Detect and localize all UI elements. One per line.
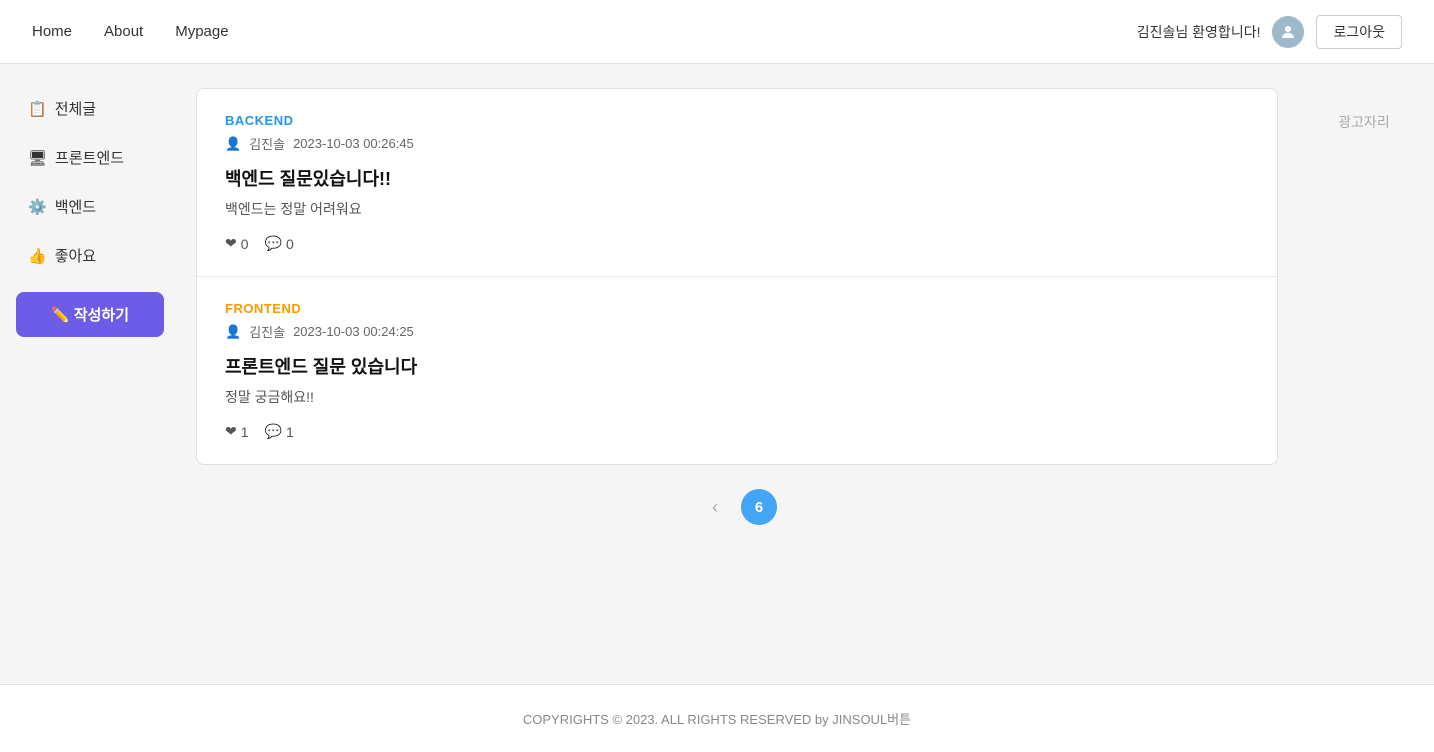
user-icon-1: 👤 <box>225 136 241 152</box>
nav-home[interactable]: Home <box>32 23 72 40</box>
write-button[interactable]: ✏️ 작성하기 <box>16 292 164 337</box>
comment-icon-2: 💬 <box>265 423 282 440</box>
post-card-1[interactable]: BACKEND 👤 김진솔 2023-10-03 00:26:45 백엔드 질문… <box>197 89 1277 277</box>
user-icon-2: 👤 <box>225 324 241 340</box>
likes-count-1: 0 <box>241 236 249 252</box>
post-date-1: 2023-10-03 00:26:45 <box>293 136 414 151</box>
heart-icon-1: ❤ <box>225 235 237 252</box>
post-meta-1: 👤 김진솔 2023-10-03 00:26:45 <box>225 134 1249 153</box>
sidebar-item-frontend[interactable]: 🖥 프론트엔드 <box>16 137 164 178</box>
post-stats-1: ❤ 0 💬 0 <box>225 235 1249 252</box>
post-author-1: 김진솔 <box>249 134 285 153</box>
likes-icon: 👍 <box>28 247 47 265</box>
sidebar-label-backend: 백엔드 <box>55 196 96 217</box>
post-title-1[interactable]: 백엔드 질문있습니다!! <box>225 165 1249 191</box>
post-comments-2: 💬 1 <box>265 423 294 440</box>
post-likes-1: ❤ 0 <box>225 235 249 252</box>
posts-container: BACKEND 👤 김진솔 2023-10-03 00:26:45 백엔드 질문… <box>196 88 1278 465</box>
post-card-2[interactable]: FRONTEND 👤 김진솔 2023-10-03 00:24:25 프론트엔드… <box>197 277 1277 464</box>
footer: COPYRIGHTS © 2023. ALL RIGHTS RESERVED b… <box>0 684 1434 752</box>
frontend-icon: 🖥 <box>28 149 47 167</box>
likes-count-2: 1 <box>241 424 249 440</box>
sidebar-item-all[interactable]: 📋 전체글 <box>16 88 164 129</box>
sidebar-label-all: 전체글 <box>55 98 96 119</box>
footer-text: COPYRIGHTS © 2023. ALL RIGHTS RESERVED b… <box>523 712 911 727</box>
backend-icon: ⚙️ <box>28 198 47 216</box>
header-nav: Home About Mypage <box>32 23 1137 40</box>
sidebar-label-frontend: 프론트엔드 <box>55 147 124 168</box>
post-category-2: FRONTEND <box>225 301 1249 316</box>
heart-icon-2: ❤ <box>225 423 237 440</box>
post-title-2[interactable]: 프론트엔드 질문 있습니다 <box>225 353 1249 379</box>
comments-count-2: 1 <box>286 424 294 440</box>
current-page-button[interactable]: 6 <box>741 489 777 525</box>
main-content: BACKEND 👤 김진솔 2023-10-03 00:26:45 백엔드 질문… <box>180 88 1294 660</box>
post-stats-2: ❤ 1 💬 1 <box>225 423 1249 440</box>
nav-mypage[interactable]: Mypage <box>175 23 228 40</box>
sidebar: 📋 전체글 🖥 프론트엔드 ⚙️ 백엔드 👍 좋아요 ✏️ 작성하기 <box>0 88 180 660</box>
all-icon: 📋 <box>28 100 47 118</box>
comment-icon-1: 💬 <box>265 235 282 252</box>
header: Home About Mypage 김진솔님 환영합니다! 로그아웃 <box>0 0 1434 64</box>
welcome-text: 김진솔님 환영합니다! <box>1137 22 1261 42</box>
post-likes-2: ❤ 1 <box>225 423 249 440</box>
logout-button[interactable]: 로그아웃 <box>1316 15 1402 49</box>
nav-about[interactable]: About <box>104 23 143 40</box>
ad-label: 광고자리 <box>1338 112 1390 132</box>
layout: 📋 전체글 🖥 프론트엔드 ⚙️ 백엔드 👍 좋아요 ✏️ 작성하기 BACKE… <box>0 64 1434 684</box>
post-category-1: BACKEND <box>225 113 1249 128</box>
ad-area: 광고자리 <box>1294 88 1434 660</box>
sidebar-label-likes: 좋아요 <box>55 245 96 266</box>
post-meta-2: 👤 김진솔 2023-10-03 00:24:25 <box>225 322 1249 341</box>
pagination: ‹ 6 <box>196 465 1278 549</box>
avatar <box>1272 16 1304 48</box>
header-right: 김진솔님 환영합니다! 로그아웃 <box>1137 15 1402 49</box>
sidebar-item-likes[interactable]: 👍 좋아요 <box>16 235 164 276</box>
post-comments-1: 💬 0 <box>265 235 294 252</box>
prev-page-button[interactable]: ‹ <box>697 489 733 525</box>
comments-count-1: 0 <box>286 236 294 252</box>
post-author-2: 김진솔 <box>249 322 285 341</box>
post-excerpt-1: 백엔드는 정말 어려워요 <box>225 199 1249 219</box>
post-excerpt-2: 정말 궁금해요!! <box>225 387 1249 407</box>
post-date-2: 2023-10-03 00:24:25 <box>293 324 414 339</box>
sidebar-item-backend[interactable]: ⚙️ 백엔드 <box>16 186 164 227</box>
